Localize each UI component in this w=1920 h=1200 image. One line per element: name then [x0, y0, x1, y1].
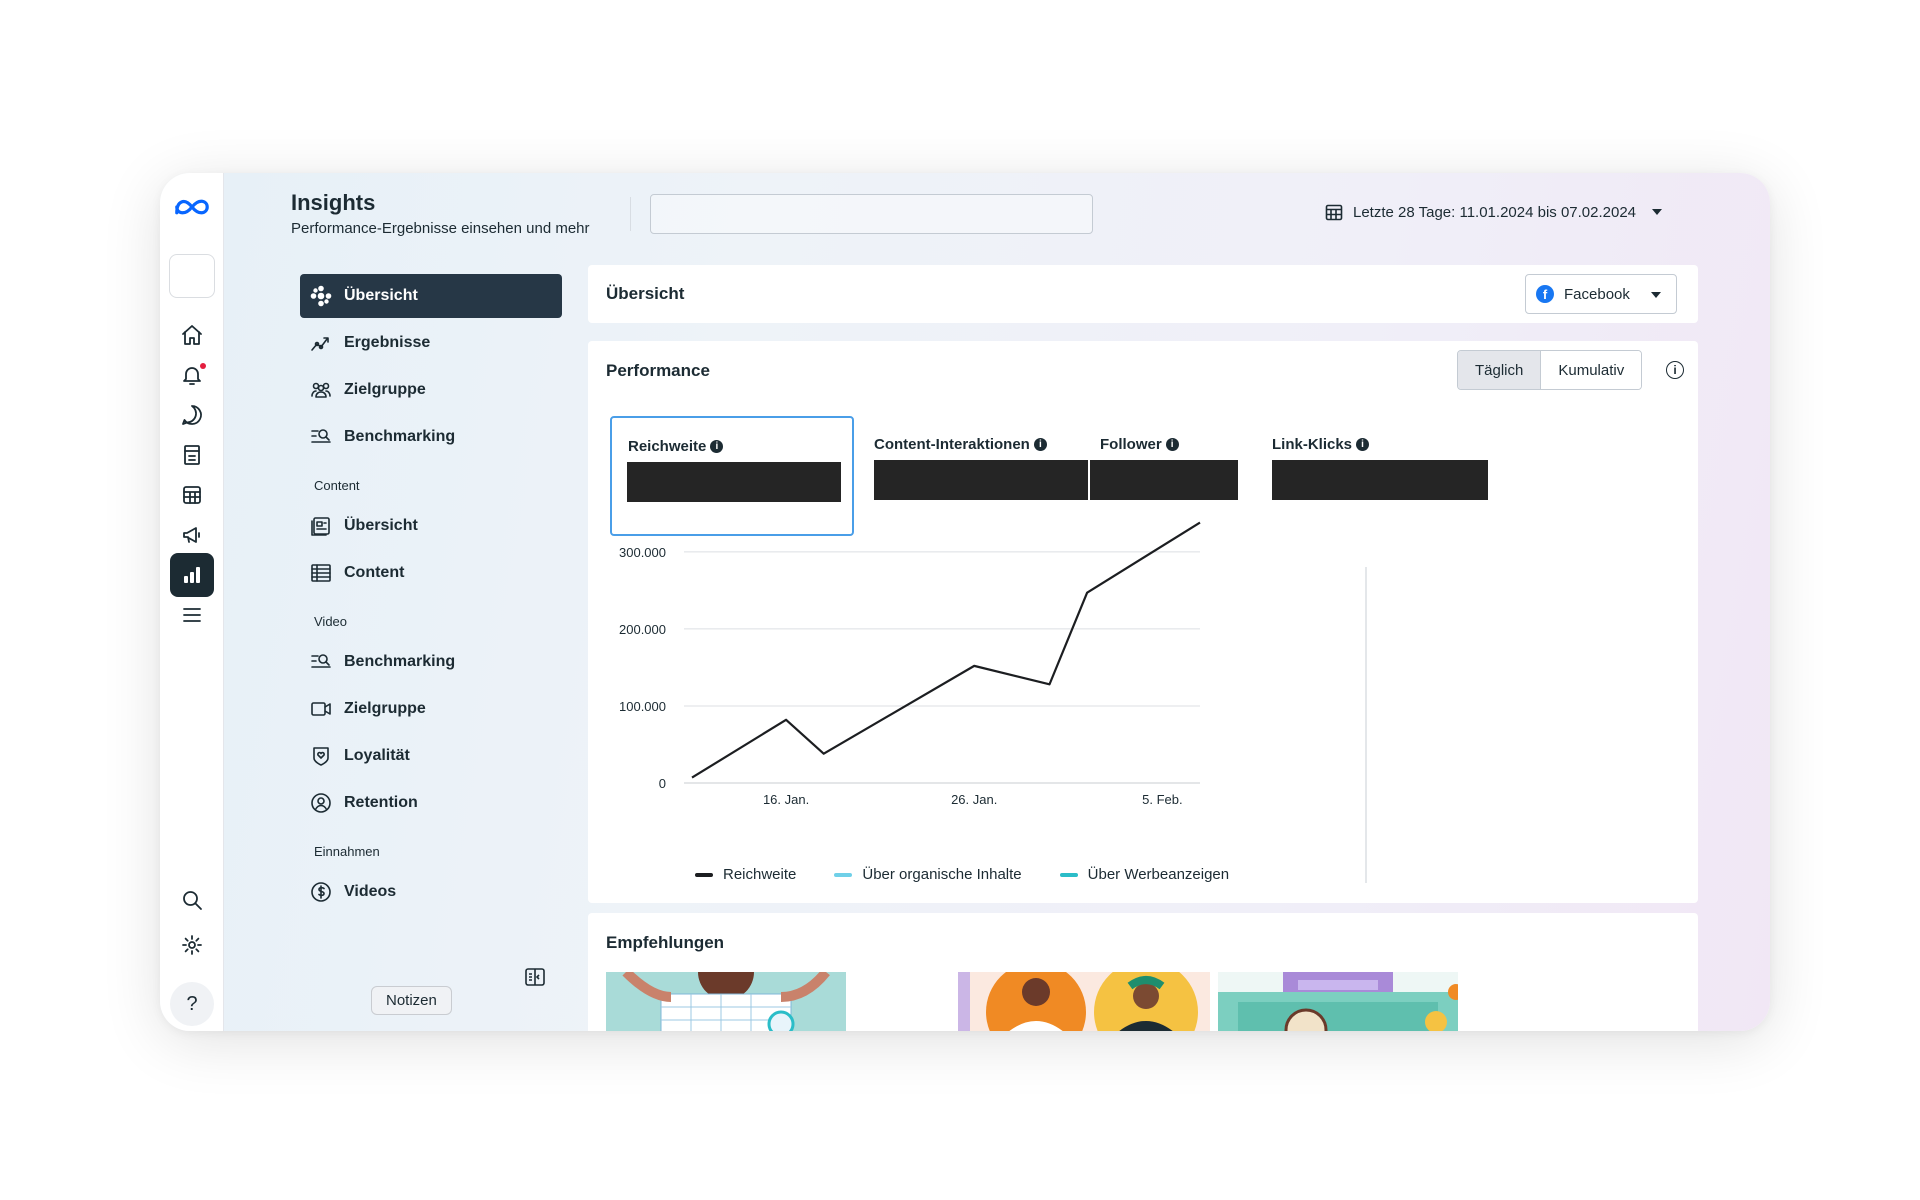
subnav-item-label: Videos	[344, 883, 397, 900]
home-icon[interactable]	[170, 313, 214, 357]
y-tick-label: 100.000	[619, 699, 666, 714]
people-icon	[311, 382, 331, 398]
legend-swatch	[695, 872, 713, 877]
page-title: Insights	[291, 190, 376, 215]
search-input[interactable]	[650, 194, 1093, 234]
notification-dot	[200, 363, 206, 369]
recommendation-image[interactable]	[606, 972, 846, 1031]
subnav-item-content[interactable]: Content	[300, 551, 562, 595]
help-icon[interactable]: ?	[170, 982, 214, 1026]
legend-label: Über Werbeanzeigen	[1087, 866, 1230, 883]
global-nav-rail: ?	[160, 173, 224, 1031]
subnav-item-label: Übersicht	[344, 287, 418, 304]
subnav-item-videos-income[interactable]: Videos	[300, 870, 562, 914]
x-tick-label: 26. Jan.	[951, 792, 997, 807]
illustration-image	[958, 972, 1198, 1031]
notes-tooltip: Notizen	[371, 986, 452, 1015]
chevron-down-icon	[1651, 292, 1661, 298]
gear-icon[interactable]	[170, 923, 214, 967]
table-icon	[311, 564, 331, 582]
subnav-item-label: Content	[344, 564, 405, 581]
pages-icon[interactable]	[170, 433, 214, 477]
subnav-item-label: Übersicht	[344, 517, 418, 534]
search-icon[interactable]	[170, 878, 214, 922]
legend-item[interactable]: Über Werbeanzeigen	[1059, 866, 1230, 883]
benchmark-icon	[311, 429, 331, 443]
page-subtitle: Performance-Ergebnisse einsehen und mehr	[291, 220, 590, 237]
subnav-item-label: Ergebnisse	[344, 334, 431, 351]
collapse-panel-icon[interactable]	[524, 966, 546, 988]
dollar-icon	[311, 882, 331, 902]
illustration-image	[1218, 972, 1458, 1031]
date-range-label: Letzte 28 Tage: 11.01.2024 bis 07.02.202…	[1353, 203, 1637, 221]
user-circle-icon	[311, 793, 331, 813]
x-tick-label: 16. Jan.	[763, 792, 809, 807]
subnav-item-label: Zielgruppe	[344, 381, 426, 398]
subnav-item-retention[interactable]: Retention	[300, 781, 562, 825]
subnav-section-income: Einnahmen	[314, 844, 380, 859]
subnav-item-label: Loyalität	[344, 747, 410, 764]
help-label: ?	[186, 992, 198, 1015]
subnav-item-label: Retention	[344, 794, 418, 811]
legend-swatch	[834, 872, 853, 877]
y-tick-label: 200.000	[619, 622, 666, 637]
subnav-item-label: Benchmarking	[344, 428, 456, 445]
recommendations-card-title: Empfehlungen	[606, 933, 725, 952]
chevron-down-icon	[1652, 209, 1663, 215]
subnav-section-video: Video	[314, 614, 348, 629]
subnav-item-video-audience[interactable]: Zielgruppe	[300, 687, 562, 731]
subnav-item-audience[interactable]: Zielgruppe	[300, 368, 562, 412]
recommendations-card: Empfehlungen	[588, 913, 1698, 1031]
subnav-item-loyalty[interactable]: Loyalität	[300, 734, 562, 778]
facebook-icon: f	[1536, 285, 1554, 303]
app-window: ? Insights Performance-Ergebnisse einseh…	[160, 173, 1770, 1031]
platform-select-label: Facebook	[1564, 285, 1630, 303]
subnav-item-label: Benchmarking	[344, 653, 456, 670]
subnav-item-content-overview[interactable]: Übersicht	[300, 504, 562, 548]
benchmark-icon	[311, 654, 331, 668]
subnav-item-results[interactable]: Ergebnisse	[300, 321, 562, 365]
reach-line-chart: 0 100.000 200.000 300.000 16. Jan. 26. Jan. 5.…	[619, 521, 1367, 883]
legend-swatch	[1059, 872, 1078, 877]
shield-heart-icon	[313, 747, 329, 766]
recommendation-image[interactable]	[958, 972, 1210, 1031]
y-tick-label: 0	[659, 776, 666, 791]
video-icon	[311, 702, 331, 716]
legend-label: Über organische Inhalte	[862, 866, 1022, 883]
overview-card-title: Übersicht	[606, 284, 685, 303]
subnav-item-overview[interactable]: Übersicht	[300, 274, 562, 318]
chat-icon[interactable]	[170, 393, 214, 437]
table-icon[interactable]	[170, 473, 214, 517]
menu-icon[interactable]	[170, 593, 214, 637]
header-divider	[630, 197, 631, 231]
illustration-image	[622, 972, 830, 1031]
content-overview-icon	[311, 517, 330, 536]
y-tick-label: 300.000	[619, 545, 666, 560]
trend-icon	[311, 337, 329, 351]
subnav-section-content: Content	[314, 478, 360, 493]
performance-card: Performance Täglich Kumulativ i Reichwei…	[588, 341, 1698, 903]
date-range-picker[interactable]: Letzte 28 Tage: 11.01.2024 bis 07.02.202…	[1325, 203, 1663, 221]
calendar-icon	[1325, 204, 1343, 221]
chart-legend: Reichweite Über organische Inhalte Über …	[695, 866, 1229, 883]
insights-chart-icon[interactable]	[170, 553, 214, 597]
subnav-item-video-benchmarking[interactable]: Benchmarking	[300, 640, 562, 684]
series-line-reichweite	[691, 521, 1201, 779]
megaphone-icon[interactable]	[170, 513, 214, 557]
bell-icon[interactable]	[170, 353, 214, 397]
legend-label: Reichweite	[723, 866, 797, 883]
legend-item[interactable]: Über organische Inhalte	[834, 866, 1022, 883]
overview-card: Übersicht f Facebook	[588, 265, 1698, 323]
subnav-item-label: Zielgruppe	[344, 700, 426, 717]
platform-select[interactable]: f Facebook	[1525, 274, 1677, 314]
page-avatar[interactable]	[169, 254, 215, 298]
recommendation-image[interactable]	[1218, 972, 1458, 1031]
legend-item[interactable]: Reichweite	[695, 866, 796, 883]
x-tick-label: 5. Feb.	[1142, 792, 1182, 807]
overview-icon	[310, 285, 332, 307]
subnav-item-benchmarking[interactable]: Benchmarking	[300, 415, 562, 459]
meta-logo-icon[interactable]	[170, 185, 214, 229]
